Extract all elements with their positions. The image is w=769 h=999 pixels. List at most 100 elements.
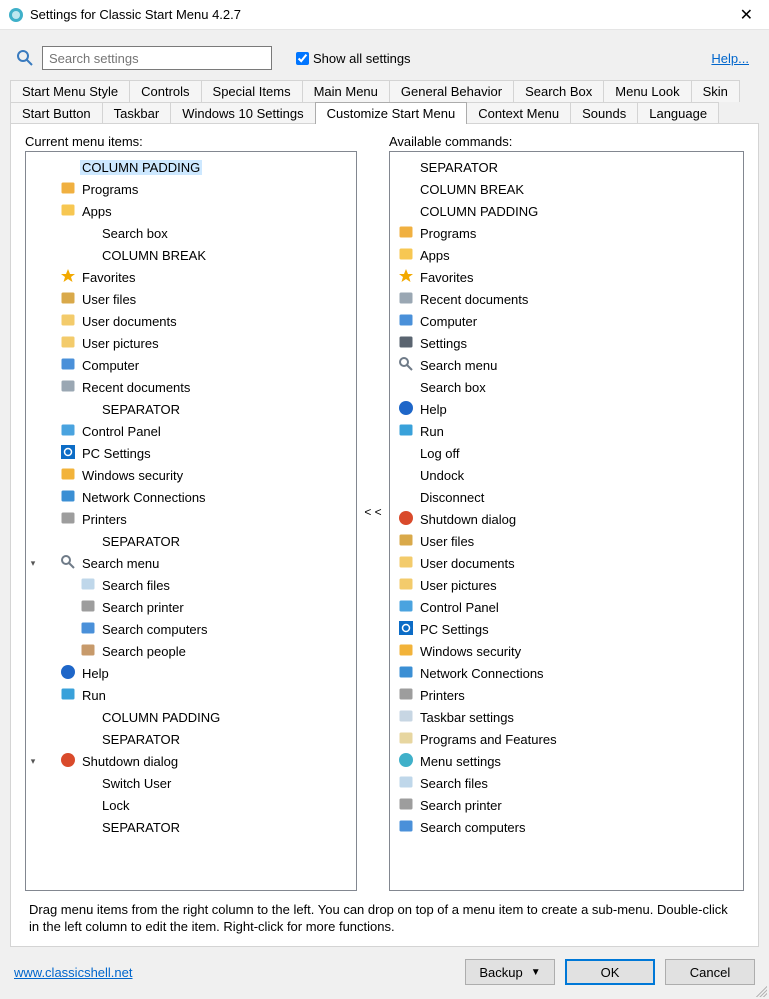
tab-windows-10-settings[interactable]: Windows 10 Settings (170, 102, 315, 124)
show-all-settings[interactable]: Show all settings (292, 49, 411, 68)
close-button[interactable]: ✕ (732, 5, 761, 25)
tree-item[interactable]: Programs (26, 178, 356, 200)
tree-item[interactable]: ▾Search menu (26, 552, 356, 574)
list-item[interactable]: User documents (390, 552, 743, 574)
list-item[interactable]: Run (390, 420, 743, 442)
website-link[interactable]: www.classicshell.net (14, 965, 133, 980)
tree-item[interactable]: SEPARATOR (26, 816, 356, 838)
list-item[interactable]: COLUMN BREAK (390, 178, 743, 200)
tab-search-box[interactable]: Search Box (513, 80, 604, 102)
tree-item[interactable]: Switch User (26, 772, 356, 794)
tab-special-items[interactable]: Special Items (201, 80, 303, 102)
tree-item[interactable]: Network Connections (26, 486, 356, 508)
tree-item[interactable]: Apps (26, 200, 356, 222)
tree-item[interactable]: COLUMN PADDING (26, 706, 356, 728)
list-item[interactable]: COLUMN PADDING (390, 200, 743, 222)
available-commands-list[interactable]: SEPARATORCOLUMN BREAKCOLUMN PADDINGProgr… (389, 151, 744, 891)
twisty-icon[interactable]: ▾ (26, 558, 40, 569)
tab-taskbar[interactable]: Taskbar (102, 102, 172, 124)
list-item[interactable]: Apps (390, 244, 743, 266)
tree-item[interactable]: User documents (26, 310, 356, 332)
list-item[interactable]: Undock (390, 464, 743, 486)
tree-item[interactable]: COLUMN BREAK (26, 244, 356, 266)
list-item[interactable]: User files (390, 530, 743, 552)
tree-item[interactable]: SEPARATOR (26, 530, 356, 552)
help-link[interactable]: Help... (711, 51, 749, 66)
tree-item[interactable]: SEPARATOR (26, 398, 356, 420)
tree-item[interactable]: User pictures (26, 332, 356, 354)
list-item[interactable]: Search box (390, 376, 743, 398)
list-item[interactable]: PC Settings (390, 618, 743, 640)
titlebar[interactable]: Settings for Classic Start Menu 4.2.7 ✕ (0, 0, 769, 30)
list-item[interactable]: Programs and Features (390, 728, 743, 750)
tab-context-menu[interactable]: Context Menu (466, 102, 571, 124)
move-left-button[interactable]: < < (362, 503, 383, 521)
tab-start-menu-style[interactable]: Start Menu Style (10, 80, 130, 102)
list-item[interactable]: Network Connections (390, 662, 743, 684)
ok-button[interactable]: OK (565, 959, 655, 985)
list-item[interactable]: Menu settings (390, 750, 743, 772)
tabs-row-1: Start Menu StyleControlsSpecial ItemsMai… (10, 80, 759, 102)
tree-item[interactable]: Printers (26, 508, 356, 530)
current-items-tree[interactable]: COLUMN PADDINGProgramsAppsSearch boxCOLU… (25, 151, 357, 891)
tree-item[interactable]: Windows security (26, 464, 356, 486)
list-item[interactable]: Control Panel (390, 596, 743, 618)
tab-customize-start-menu[interactable]: Customize Start Menu (315, 102, 468, 124)
folder-icon (398, 576, 418, 595)
searchprinter-icon (398, 796, 418, 815)
blank-icon (80, 708, 100, 727)
item-label: Search menu (418, 358, 499, 373)
list-item[interactable]: SEPARATOR (390, 156, 743, 178)
tree-item[interactable]: Run (26, 684, 356, 706)
list-item[interactable]: Shutdown dialog (390, 508, 743, 530)
tree-item[interactable]: Search people (26, 640, 356, 662)
tree-item[interactable]: Search box (26, 222, 356, 244)
cancel-button[interactable]: Cancel (665, 959, 755, 985)
tree-item[interactable]: Computer (26, 354, 356, 376)
tree-item[interactable]: Search files (26, 574, 356, 596)
tab-language[interactable]: Language (637, 102, 719, 124)
tab-main-menu[interactable]: Main Menu (302, 80, 390, 102)
tab-general-behavior[interactable]: General Behavior (389, 80, 514, 102)
twisty-icon[interactable]: ▾ (26, 756, 40, 767)
tree-item[interactable]: Recent documents (26, 376, 356, 398)
tree-item[interactable]: COLUMN PADDING (26, 156, 356, 178)
resize-grip[interactable] (753, 983, 767, 997)
searchpeople-icon (80, 642, 100, 661)
show-all-checkbox[interactable] (296, 52, 309, 65)
tree-item[interactable]: Search computers (26, 618, 356, 640)
tree-item[interactable]: PC Settings (26, 442, 356, 464)
tab-sounds[interactable]: Sounds (570, 102, 638, 124)
list-item[interactable]: Taskbar settings (390, 706, 743, 728)
search-input[interactable] (42, 46, 272, 70)
list-item[interactable]: User pictures (390, 574, 743, 596)
tab-menu-look[interactable]: Menu Look (603, 80, 691, 102)
list-item[interactable]: Favorites (390, 266, 743, 288)
tree-item[interactable]: Search printer (26, 596, 356, 618)
list-item[interactable]: Printers (390, 684, 743, 706)
item-label: Lock (100, 798, 131, 813)
tree-item[interactable]: Control Panel (26, 420, 356, 442)
backup-button[interactable]: Backup ▼ (465, 959, 555, 985)
tree-item[interactable]: Help (26, 662, 356, 684)
list-item[interactable]: Search printer (390, 794, 743, 816)
tree-item[interactable]: SEPARATOR (26, 728, 356, 750)
list-item[interactable]: Search files (390, 772, 743, 794)
tab-skin[interactable]: Skin (691, 80, 740, 102)
list-item[interactable]: Log off (390, 442, 743, 464)
tab-controls[interactable]: Controls (129, 80, 201, 102)
tree-item[interactable]: Lock (26, 794, 356, 816)
list-item[interactable]: Programs (390, 222, 743, 244)
tree-item[interactable]: User files (26, 288, 356, 310)
list-item[interactable]: Recent documents (390, 288, 743, 310)
list-item[interactable]: Windows security (390, 640, 743, 662)
list-item[interactable]: Search menu (390, 354, 743, 376)
list-item[interactable]: Disconnect (390, 486, 743, 508)
list-item[interactable]: Settings (390, 332, 743, 354)
tab-start-button[interactable]: Start Button (10, 102, 103, 124)
tree-item[interactable]: Favorites (26, 266, 356, 288)
list-item[interactable]: Search computers (390, 816, 743, 838)
list-item[interactable]: Computer (390, 310, 743, 332)
list-item[interactable]: Help (390, 398, 743, 420)
tree-item[interactable]: ▾Shutdown dialog (26, 750, 356, 772)
